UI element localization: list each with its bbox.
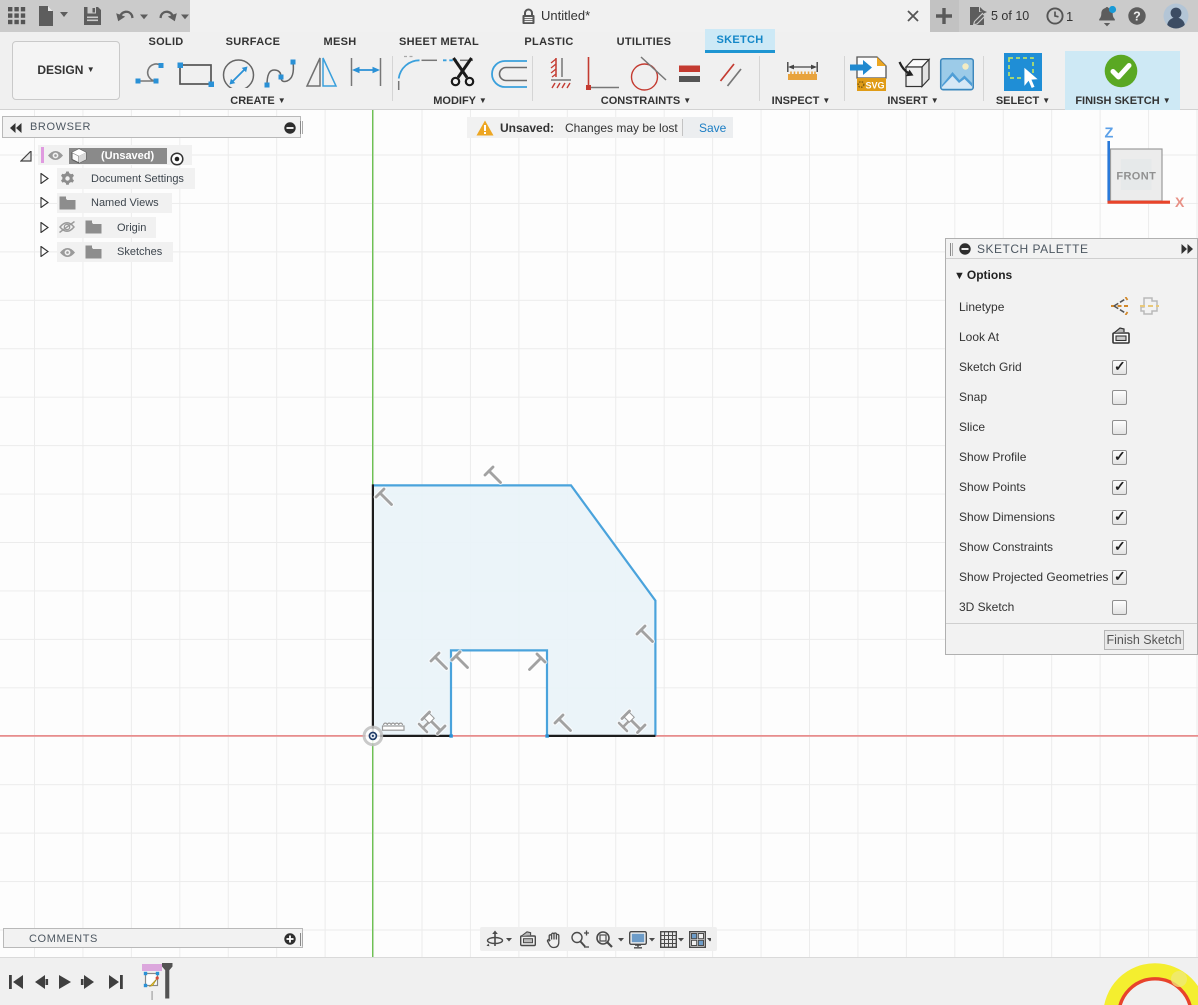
svg-text:?: ? bbox=[1133, 9, 1141, 23]
svg-text:FRONT: FRONT bbox=[1116, 171, 1156, 183]
svg-text:SVG: SVG bbox=[865, 81, 884, 91]
svg-text:Z: Z bbox=[1105, 126, 1114, 142]
svg-text:X: X bbox=[1175, 194, 1185, 210]
